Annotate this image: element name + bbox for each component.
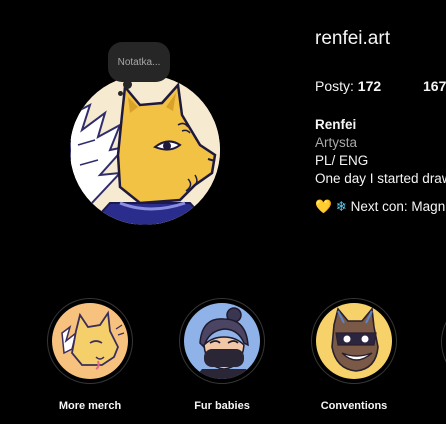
fur-babies-cover: [184, 303, 260, 379]
bio-con-line-row: 💛 ❄ Next con: Magnificon: [315, 198, 446, 216]
highlight-ring: [47, 298, 133, 384]
highlight-conventions[interactable]: Conventions: [309, 298, 399, 412]
bio-display-name: Renfei: [315, 117, 357, 132]
posts-value: 172: [357, 78, 382, 94]
profile-page: Notatka... renfei.art Posty: 172 167 Ren…: [0, 0, 446, 424]
highlight-cover: [184, 303, 260, 379]
highlight-next-partial[interactable]: [441, 298, 446, 386]
profile-avatar[interactable]: [70, 75, 220, 225]
highlight-ring: [179, 298, 265, 384]
snowflake-icon: ❄: [335, 199, 347, 214]
profile-bio: Renfei Artysta PL/ ENG One day I started…: [315, 116, 446, 216]
note-bubble-tail-small: [118, 91, 123, 96]
highlight-cover: [52, 303, 128, 379]
highlight-label: Conventions: [320, 400, 388, 412]
profile-stats: Posty: 172 167: [315, 78, 446, 94]
followers-value: 167: [423, 78, 446, 94]
yellow-heart-icon: 💛: [315, 199, 332, 214]
highlight-cover: [316, 303, 392, 379]
note-bubble[interactable]: Notatka...: [108, 42, 170, 82]
highlight-ring: [311, 298, 397, 384]
posts-count: Posty: 172: [315, 78, 423, 94]
highlight-fur-babies[interactable]: Fur babies: [177, 298, 267, 412]
bio-line-languages: PL/ ENG: [315, 153, 369, 168]
note-bubble-tail: [123, 80, 132, 89]
highlight-label: More merch: [58, 400, 122, 412]
note-text: Notatka...: [117, 56, 161, 68]
profile-username[interactable]: renfei.art: [315, 28, 390, 50]
highlight-more-merch[interactable]: More merch: [45, 298, 135, 412]
bio-line-intro: One day I started drawing: [315, 171, 446, 186]
followers-count[interactable]: 167: [423, 78, 446, 94]
fox-merch-cover: [52, 303, 128, 379]
posts-label: Posty:: [315, 78, 354, 94]
bio-category: Artysta: [315, 135, 358, 150]
bio-con-line: Next con: Magnificon: [350, 199, 446, 214]
conventions-cover: [316, 303, 392, 379]
highlight-label: Fur babies: [194, 400, 250, 412]
fox-avatar-illustration: [70, 75, 220, 225]
